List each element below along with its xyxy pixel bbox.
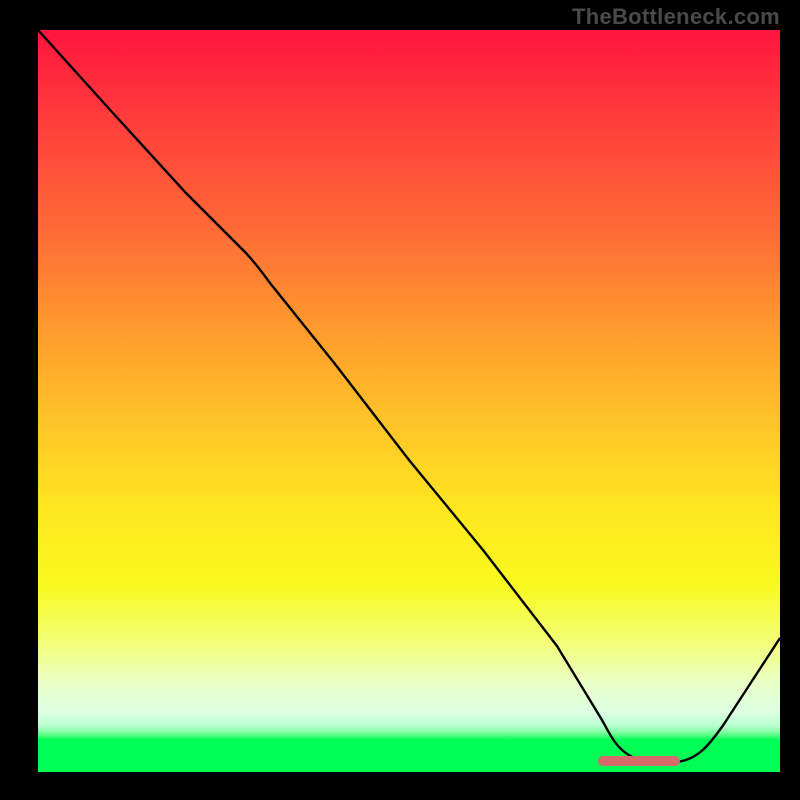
- watermark-text: TheBottleneck.com: [572, 4, 780, 30]
- chart-frame: TheBottleneck.com: [0, 0, 800, 800]
- plot-area: [38, 30, 780, 772]
- optimum-marker: [598, 756, 680, 766]
- curve-path: [38, 30, 780, 762]
- bottleneck-curve: [38, 30, 780, 772]
